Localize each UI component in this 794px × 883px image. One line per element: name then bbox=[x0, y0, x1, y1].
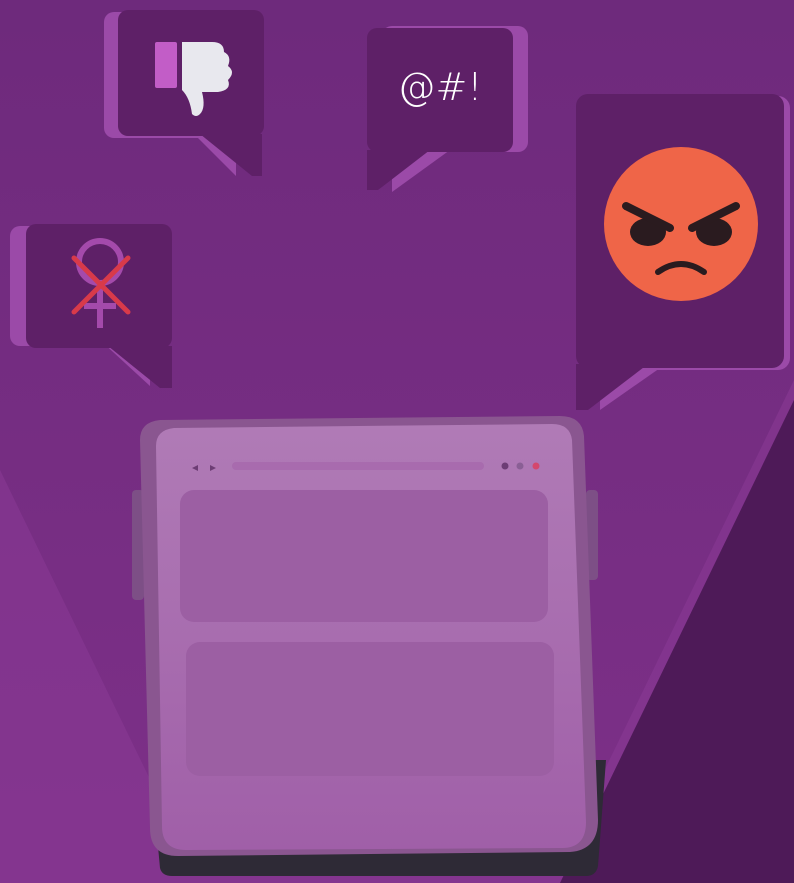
content-card-1 bbox=[180, 490, 548, 622]
angry-face-icon bbox=[604, 147, 758, 301]
phone-screen bbox=[156, 424, 586, 850]
address-bar bbox=[232, 462, 484, 470]
content-card-2 bbox=[186, 642, 554, 776]
censored-text: @#! bbox=[397, 65, 483, 109]
harassment-illustration bbox=[0, 0, 794, 883]
phone bbox=[132, 416, 606, 876]
angry-face-bubble bbox=[576, 94, 790, 410]
